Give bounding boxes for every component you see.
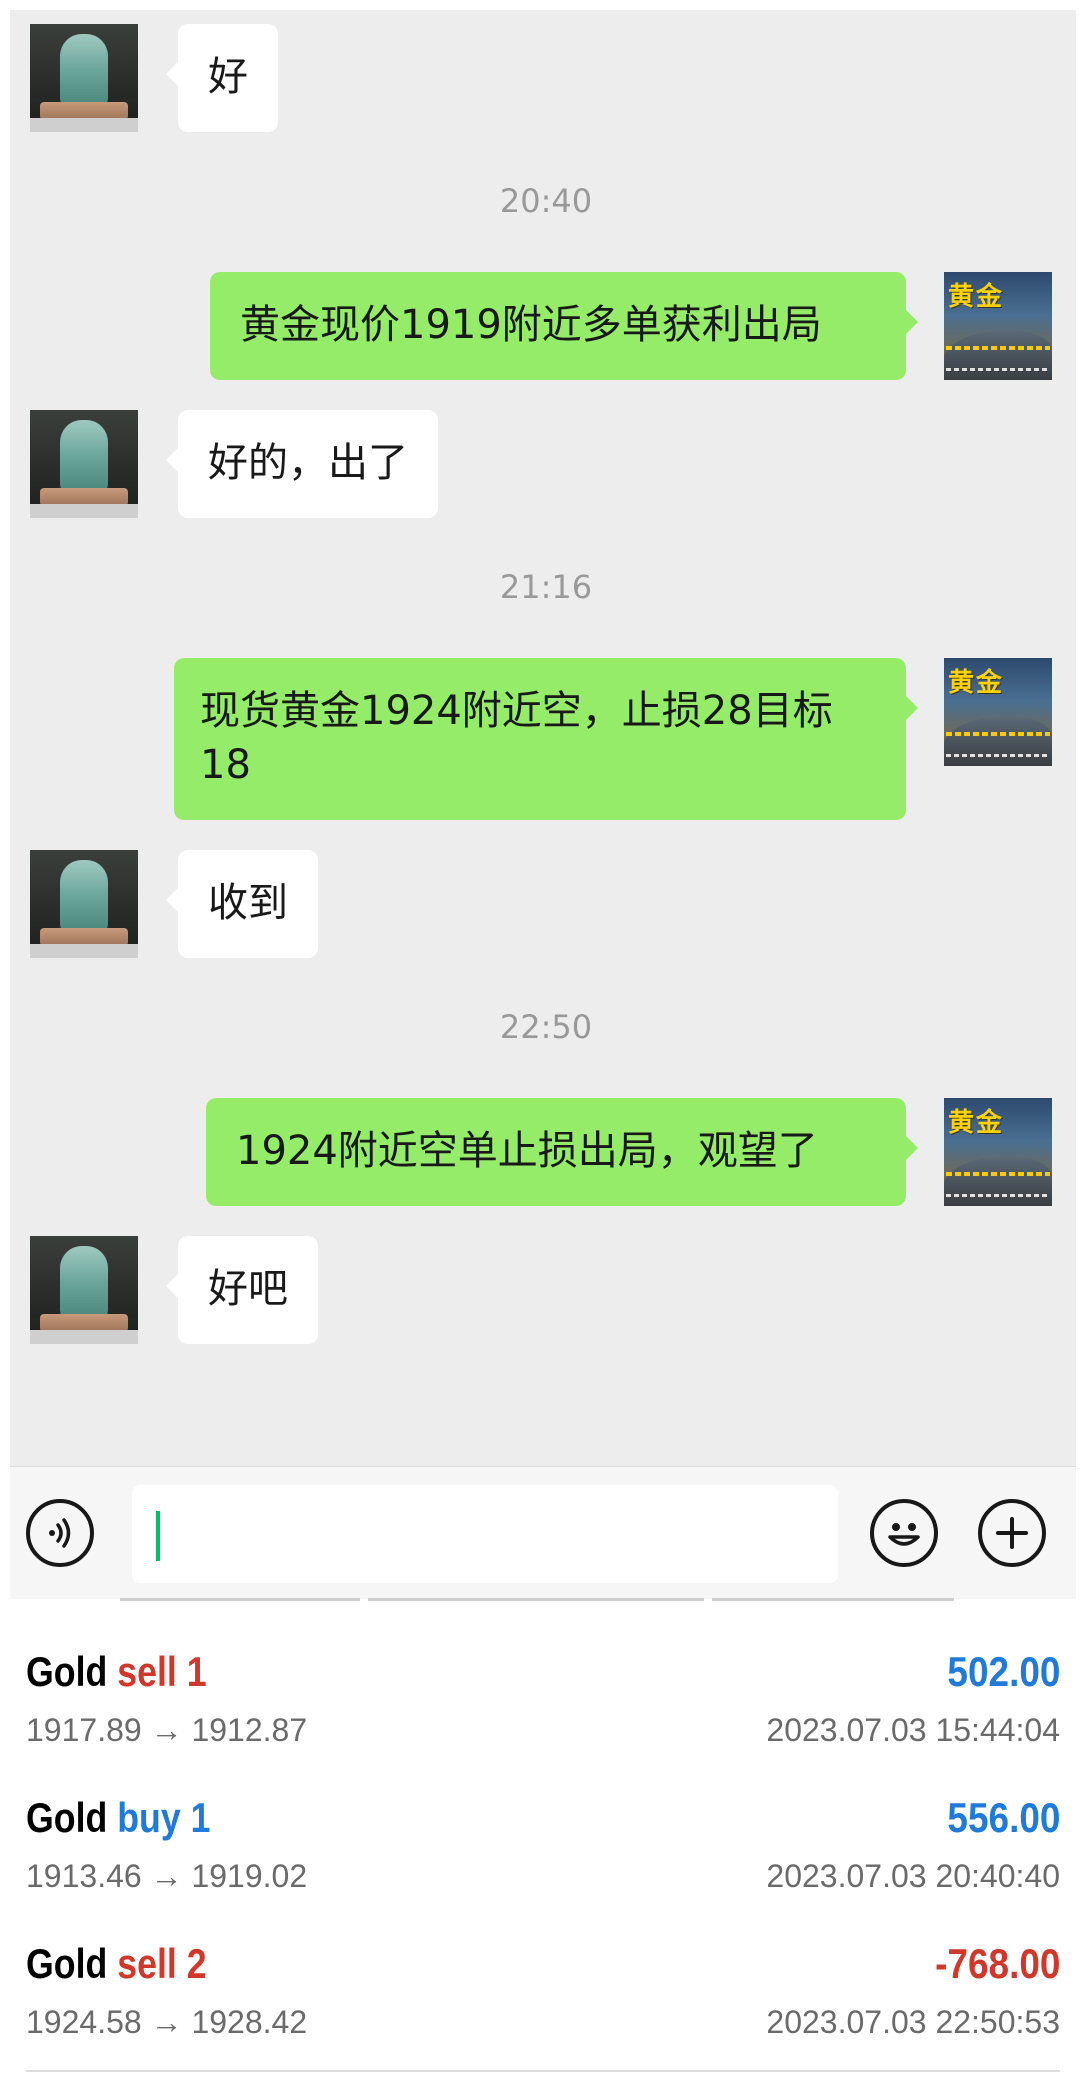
message-text: 好 [208, 54, 248, 100]
trade-profit: 556.00 [946, 1794, 1060, 1841]
plus-icon [996, 1517, 1028, 1549]
trade-prices: 1924.58 → 1928.42 [26, 2004, 308, 2040]
message-text: 好吧 [208, 1266, 288, 1312]
trade-profit: -768.00 [934, 1940, 1060, 1987]
emoji-icon [888, 1523, 920, 1546]
trade-direction: sell 2 [117, 1940, 207, 1987]
self-avatar[interactable]: 黄金 [944, 1098, 1052, 1206]
incoming-message[interactable]: 收到 [166, 850, 318, 958]
trade-history-list: Gold sell 1 502.00 1917.89 → 1912.87 202… [0, 1602, 1086, 2090]
incoming-message[interactable]: 好 [166, 24, 278, 132]
voice-icon [49, 1518, 71, 1548]
message-timestamp: 21:16 [499, 568, 593, 606]
outgoing-message[interactable]: 现货黄金1924附近空，止损28目标18 [174, 658, 918, 820]
jade-figure [60, 1246, 108, 1320]
message-text: 好的，出了 [208, 440, 408, 486]
message-text: 黄金现价1919附近多单获利出局 [240, 302, 822, 348]
trade-profit: 502.00 [946, 1648, 1060, 1695]
trade-symbol: Gold sell 1 [26, 1648, 207, 1695]
incoming-message[interactable]: 好的，出了 [166, 410, 438, 518]
trade-row[interactable]: Gold sell 1 502.00 1917.89 → 1912.87 202… [0, 1620, 1086, 1766]
message-text: 现货黄金1924附近空，止损28目标18 [200, 688, 833, 788]
avatar-logo-text: 黄金 [948, 668, 1005, 698]
message-text: 收到 [208, 880, 288, 926]
contact-avatar[interactable] [30, 410, 138, 518]
jade-figure [60, 34, 108, 108]
list-divider [26, 2070, 1060, 2072]
avatar-logo-text: 黄金 [948, 1108, 1005, 1138]
contact-avatar[interactable] [30, 850, 138, 958]
incoming-message[interactable]: 好吧 [166, 1236, 318, 1344]
chat-area[interactable]: 好 20:40 黄金现价1919附近多单获利出局 黄金 好的，出了 21:16 … [10, 10, 1076, 1466]
outgoing-message[interactable]: 黄金现价1919附近多单获利出局 [210, 272, 918, 380]
text-caret [156, 1511, 160, 1561]
trade-row[interactable]: Gold sell 2 -768.00 1924.58 → 1928.42 20… [0, 1912, 1086, 2058]
message-text: 1924附近空单止损出局，观望了 [236, 1128, 818, 1174]
self-avatar[interactable]: 黄金 [944, 272, 1052, 380]
trade-symbol: Gold buy 1 [26, 1794, 211, 1841]
trade-direction: sell 1 [117, 1648, 207, 1695]
trade-symbol: Gold sell 2 [26, 1940, 207, 1987]
avatar-logo-text: 黄金 [948, 282, 1005, 312]
contact-avatar[interactable] [30, 1236, 138, 1344]
self-avatar[interactable]: 黄金 [944, 658, 1052, 766]
chat-input-bar [10, 1466, 1076, 1599]
message-input[interactable] [132, 1485, 838, 1583]
plus-button[interactable] [978, 1499, 1046, 1567]
message-timestamp: 20:40 [499, 182, 593, 220]
jade-figure [60, 420, 108, 494]
trade-direction: buy 1 [117, 1794, 211, 1841]
emoji-button[interactable] [870, 1499, 938, 1567]
message-timestamp: 22:50 [499, 1008, 593, 1046]
voice-button[interactable] [26, 1499, 94, 1567]
trade-time: 2023.07.03 22:50:53 [766, 2004, 1060, 2040]
trade-prices: 1917.89 → 1912.87 [26, 1712, 308, 1748]
trade-row[interactable]: Gold buy 1 556.00 1913.46 → 1919.02 2023… [0, 1766, 1086, 1912]
contact-avatar[interactable] [30, 24, 138, 132]
trade-time: 2023.07.03 20:40:40 [766, 1858, 1060, 1894]
trade-time: 2023.07.03 15:44:04 [766, 1712, 1060, 1748]
trade-prices: 1913.46 → 1919.02 [26, 1858, 308, 1894]
outgoing-message[interactable]: 1924附近空单止损出局，观望了 [206, 1098, 918, 1206]
jade-figure [60, 860, 108, 934]
